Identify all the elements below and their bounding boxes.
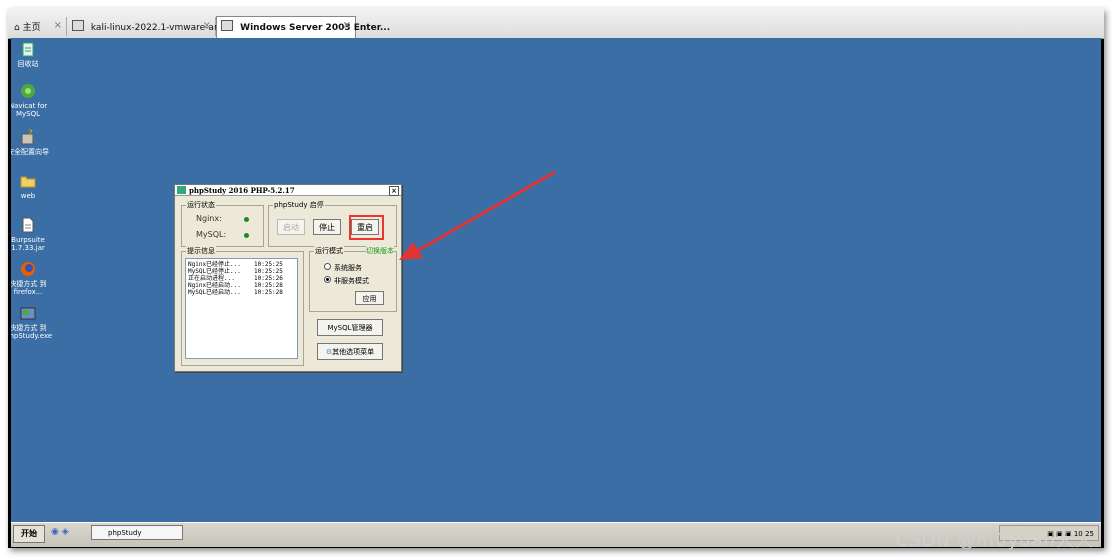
mysql-status-icon bbox=[244, 233, 249, 238]
radio-icon bbox=[324, 263, 331, 270]
desktop-icon-security-wizard[interactable]: ? 安全配置向导 bbox=[11, 128, 51, 156]
phpstudy-icon bbox=[19, 304, 37, 322]
phpstudy-window: phpStudy 2016 PHP-5.2.17 × 运行状态 Nginx: M… bbox=[174, 184, 402, 372]
desktop-icon-recycle-bin[interactable]: 回收站 bbox=[11, 40, 51, 68]
annotation-highlight-box bbox=[349, 215, 384, 240]
nginx-status-icon bbox=[244, 217, 249, 222]
nginx-label: Nginx: bbox=[196, 214, 222, 223]
mode-nonservice-radio[interactable]: 非服务模式 bbox=[324, 276, 369, 286]
close-tab-icon[interactable]: × bbox=[343, 20, 351, 31]
security-wizard-icon: ? bbox=[19, 128, 37, 146]
svg-text:?: ? bbox=[28, 129, 33, 139]
tab-home[interactable]: ⌂ 主页 × bbox=[10, 17, 67, 36]
close-tab-icon[interactable]: × bbox=[203, 20, 211, 31]
stop-button[interactable]: 停止 bbox=[313, 219, 341, 235]
firefox-icon bbox=[19, 260, 37, 278]
phpstudy-icon bbox=[177, 186, 186, 194]
log-row: MySQL已经停止... 10:25:25 bbox=[188, 268, 283, 275]
vm-window: ⌂ 主页 × kali-linux-2022.1-vmware-amd64 × … bbox=[8, 8, 1104, 548]
mysql-label: MySQL: bbox=[196, 230, 227, 239]
desktop-icon-web-folder[interactable]: web bbox=[11, 172, 51, 200]
log-group: 提示信息 Nginx已经停止... 10:25:25 MySQL已经停止... 10… bbox=[181, 246, 304, 366]
switch-version-link[interactable]: 切换版本 bbox=[366, 246, 394, 256]
mysql-manager-button[interactable]: MySQL管理器 bbox=[317, 319, 383, 336]
annotation-arrow-icon bbox=[399, 170, 556, 260]
desktop-icon-firefox[interactable]: 快捷方式 到 firefox... bbox=[11, 260, 51, 296]
status-group: 运行状态 Nginx: MySQL: bbox=[181, 200, 264, 247]
other-options-button[interactable]: ⚙其他选项菜单 bbox=[317, 343, 383, 360]
radio-selected-icon bbox=[324, 276, 331, 283]
log-list[interactable]: Nginx已经停止... 10:25:25 MySQL已经停止... 10:25:2… bbox=[185, 258, 298, 359]
log-row: 正在启动进程... 10:25:26 bbox=[188, 275, 283, 282]
start-button[interactable]: 开始 bbox=[13, 525, 45, 543]
home-icon: ⌂ bbox=[14, 23, 20, 33]
desktop-icon-navicat[interactable]: Navicat for MySQL bbox=[11, 82, 51, 118]
desktop-icon-phpstudy[interactable]: 快捷方式 到 phpStudy.exe bbox=[11, 304, 52, 340]
tab-windows-server[interactable]: Windows Server 2003 Enter... × bbox=[216, 16, 390, 38]
close-tab-icon[interactable]: × bbox=[54, 20, 62, 31]
file-icon bbox=[19, 216, 37, 234]
mode-group: 运行模式 切换版本 系统服务 非服务模式 应用 bbox=[309, 246, 397, 312]
quick-launch-icon[interactable]: ◉ ◈ bbox=[51, 527, 69, 537]
taskbar-phpstudy[interactable]: phpStudy bbox=[91, 525, 183, 540]
mode-system-radio[interactable]: 系统服务 bbox=[324, 263, 362, 273]
log-row: MySQL已经启动... 10:25:28 bbox=[188, 289, 283, 296]
vm-tab-bar: ⌂ 主页 × kali-linux-2022.1-vmware-amd64 × … bbox=[8, 8, 1104, 39]
vm-icon bbox=[221, 20, 233, 31]
apply-button[interactable]: 应用 bbox=[355, 291, 384, 305]
phpstudy-title-bar[interactable]: phpStudy 2016 PHP-5.2.17 × bbox=[175, 185, 401, 196]
log-row: Nginx已经停止... 10:25:25 bbox=[188, 261, 283, 268]
folder-icon bbox=[19, 172, 37, 190]
tab-kali[interactable]: kali-linux-2022.1-vmware-amd64 × bbox=[68, 17, 240, 36]
vm-icon bbox=[72, 20, 84, 31]
navicat-icon bbox=[19, 82, 37, 100]
desktop: 回收站 Navicat for MySQL ? 安全配置向导 web Burps… bbox=[11, 38, 1101, 522]
recycle-bin-icon bbox=[19, 40, 37, 58]
watermark: CSDN @m0yuan大大 bbox=[895, 530, 1094, 551]
start-button[interactable]: 启动 bbox=[277, 219, 305, 235]
desktop-icon-burpsuite[interactable]: Burpsuite 1.7.33.jar bbox=[11, 216, 51, 252]
log-row: Nginx已经启动... 10:25:28 bbox=[188, 282, 283, 289]
